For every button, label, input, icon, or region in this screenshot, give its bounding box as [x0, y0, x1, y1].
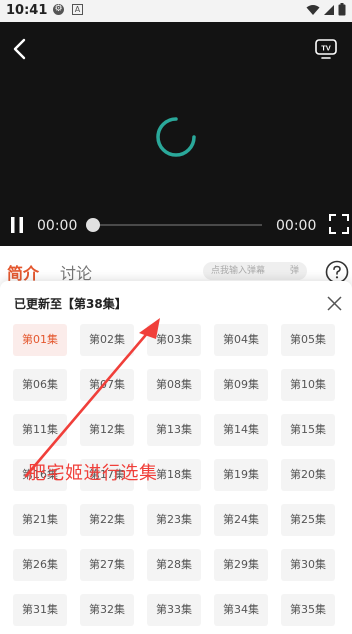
episode-button[interactable]: 第12集 — [80, 414, 134, 446]
tv-cast-icon: TV — [315, 39, 337, 59]
back-arrow-icon[interactable] — [10, 38, 30, 60]
current-time: 00:00 — [37, 218, 78, 234]
episode-button[interactable]: 第31集 — [13, 594, 67, 626]
tv-label: TV — [321, 43, 331, 52]
episode-button[interactable]: 第24集 — [214, 504, 268, 536]
episode-button[interactable]: 第14集 — [214, 414, 268, 446]
danmaku-send-button[interactable]: 弹 — [290, 262, 299, 280]
episode-button[interactable]: 第03集 — [147, 324, 201, 356]
episode-button[interactable]: 第26集 — [13, 549, 67, 581]
episode-button[interactable]: 第21集 — [13, 504, 67, 536]
episode-button[interactable]: 第23集 — [147, 504, 201, 536]
episode-button[interactable]: 第33集 — [147, 594, 201, 626]
total-time: 00:00 — [276, 218, 317, 234]
episode-button[interactable]: 第22集 — [80, 504, 134, 536]
pause-icon[interactable] — [9, 216, 25, 234]
episode-button[interactable]: 第32集 — [80, 594, 134, 626]
episode-button[interactable]: 第30集 — [281, 549, 335, 581]
detail-tabs: 简介 讨论 点我输入弹幕 弹 — [0, 246, 352, 286]
episode-button[interactable]: 第08集 — [147, 369, 201, 401]
episode-button[interactable]: 第05集 — [281, 324, 335, 356]
close-icon[interactable] — [327, 296, 342, 311]
episode-button[interactable]: 第20集 — [281, 459, 335, 491]
status-indicators — [306, 3, 346, 16]
episode-button[interactable]: 第27集 — [80, 549, 134, 581]
progress-handle[interactable] — [86, 218, 100, 232]
fullscreen-icon[interactable] — [329, 214, 349, 234]
episode-button[interactable]: 第13集 — [147, 414, 201, 446]
annotation-text: 肥宅姬进行选集 — [28, 463, 158, 484]
a-badge-icon: A — [72, 4, 83, 15]
episode-button[interactable]: 第29集 — [214, 549, 268, 581]
episode-button[interactable]: 第15集 — [281, 414, 335, 446]
episode-button[interactable]: 第34集 — [214, 594, 268, 626]
episode-button[interactable]: 第19集 — [214, 459, 268, 491]
danmaku-input[interactable]: 点我输入弹幕 弹 — [203, 262, 307, 280]
episode-button[interactable]: 第07集 — [80, 369, 134, 401]
signal-icon — [324, 4, 334, 15]
episode-sheet: 已更新至【第38集】 第01集 第02集 第03集 第04集 第05集 第06集 第07集第… — [0, 281, 352, 634]
episode-button[interactable]: 第11集 — [13, 414, 67, 446]
danmaku-placeholder: 点我输入弹幕 — [211, 266, 266, 276]
wifi-icon — [306, 4, 320, 15]
status-time: 10:41 — [6, 3, 48, 18]
tv-cast-button[interactable]: TV — [314, 37, 338, 61]
episode-button[interactable]: 第35集 — [281, 594, 335, 626]
episode-button[interactable]: 第06集 — [13, 369, 67, 401]
episode-button[interactable]: 第10集 — [281, 369, 335, 401]
sheet-title: 已更新至【第38集】 — [14, 297, 127, 311]
video-player[interactable]: TV 00:00 00:00 — [0, 22, 352, 246]
episode-button[interactable]: 第01集 — [13, 324, 67, 356]
progress-bar[interactable] — [92, 224, 262, 226]
shield-status-icon: ⚙ — [53, 4, 64, 15]
loading-spinner-icon — [156, 117, 196, 157]
episode-button[interactable]: 第25集 — [281, 504, 335, 536]
episode-button[interactable]: 第02集 — [80, 324, 134, 356]
episode-button[interactable]: 第28集 — [147, 549, 201, 581]
battery-icon — [338, 3, 346, 16]
episode-button[interactable]: 第04集 — [214, 324, 268, 356]
episode-button[interactable]: 第09集 — [214, 369, 268, 401]
status-bar: 10:41 ⚙ A — [0, 0, 352, 22]
